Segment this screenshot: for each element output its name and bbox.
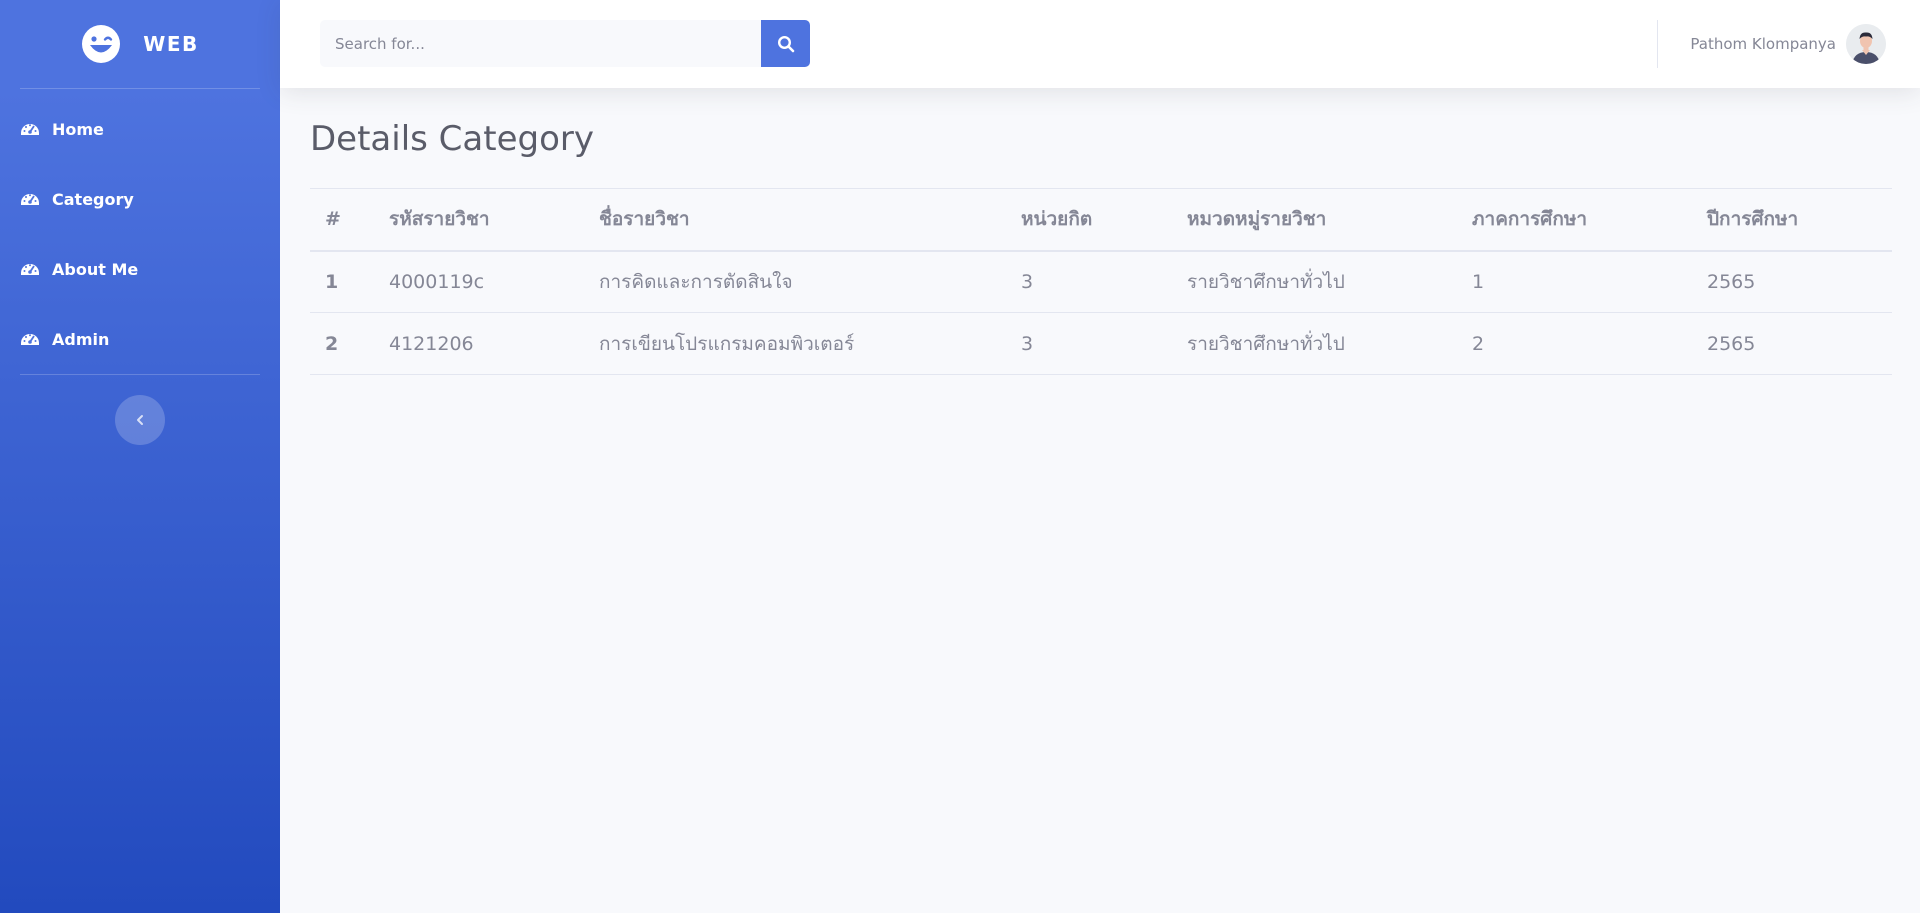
table-cell: 4000119c [374,250,584,313]
brand-name: WEB [143,32,199,56]
table-cell: 4121206 [374,312,584,375]
table-cell: 2565 [1692,312,1892,375]
table-cell: รายวิชาศึกษาทั่วไป [1172,250,1457,313]
sidebar-item-home[interactable]: Home [0,94,280,164]
user-avatar-icon [1846,24,1886,64]
sidebar-item-label: Home [52,119,104,139]
sidebar: WEB Home Category About Me Admin [0,0,280,913]
column-header: ชื่อรายวิชา [584,188,1006,252]
table-header-row: # รหัสรายวิชา ชื่อรายวิชา หน่วยกิต หมวดห… [310,188,1892,252]
search-form [320,20,810,67]
sidebar-item-about-me[interactable]: About Me [0,234,280,304]
table-cell: 1 [1457,250,1692,313]
table-cell: 3 [1006,250,1172,313]
column-header: # [310,188,374,252]
laugh-wink-icon [82,25,121,63]
column-header: หน่วยกิต [1006,188,1172,252]
table-cell: รายวิชาศึกษาทั่วไป [1172,312,1457,375]
table-cell: 1 [310,250,374,313]
tachometer-icon [21,334,39,345]
sidebar-item-label: Admin [52,329,110,349]
sidebar-item-admin[interactable]: Admin [0,304,280,374]
tachometer-icon [21,264,39,275]
tachometer-icon [21,194,39,205]
column-header: ปีการศึกษา [1692,188,1892,252]
column-header: ภาคการศึกษา [1457,188,1692,252]
search-input[interactable] [320,20,761,67]
table-cell: 2 [1457,312,1692,375]
sidebar-toggle-button[interactable] [115,395,165,445]
search-icon [777,35,794,52]
table-cell: 2565 [1692,250,1892,313]
page-title: Details Category [310,119,594,159]
table-row: 2 4121206 การเขียนโปรแกรมคอมพิวเตอร์ 3 ร… [310,312,1892,375]
table-cell: 2 [310,312,374,375]
brand[interactable]: WEB [0,0,280,88]
category-table: # รหัสรายวิชา ชื่อรายวิชา หน่วยกิต หมวดห… [310,188,1892,375]
table-cell: 3 [1006,312,1172,375]
table-row: 1 4000119c การคิดและการตัดสินใจ 3 รายวิช… [310,250,1892,313]
column-header: หมวดหมู่รายวิชา [1172,188,1457,252]
table-cell: การคิดและการตัดสินใจ [584,250,1006,313]
user-menu[interactable]: Pathom Klompanya [1690,24,1886,64]
sidebar-item-label: About Me [52,259,139,279]
sidebar-item-category[interactable]: Category [0,164,280,234]
avatar [1846,24,1886,64]
topbar-divider [1657,20,1658,68]
topbar: Pathom Klompanya [280,0,1920,88]
chevron-left-icon [137,415,143,425]
user-name: Pathom Klompanya [1690,35,1836,53]
table-cell: การเขียนโปรแกรมคอมพิวเตอร์ [584,312,1006,375]
main-content: Details Category # รหัสรายวิชา ชื่อรายวิ… [310,88,1892,375]
sidebar-item-label: Category [52,189,134,209]
search-button[interactable] [761,20,810,67]
column-header: รหัสรายวิชา [374,188,584,252]
tachometer-icon [21,124,39,135]
